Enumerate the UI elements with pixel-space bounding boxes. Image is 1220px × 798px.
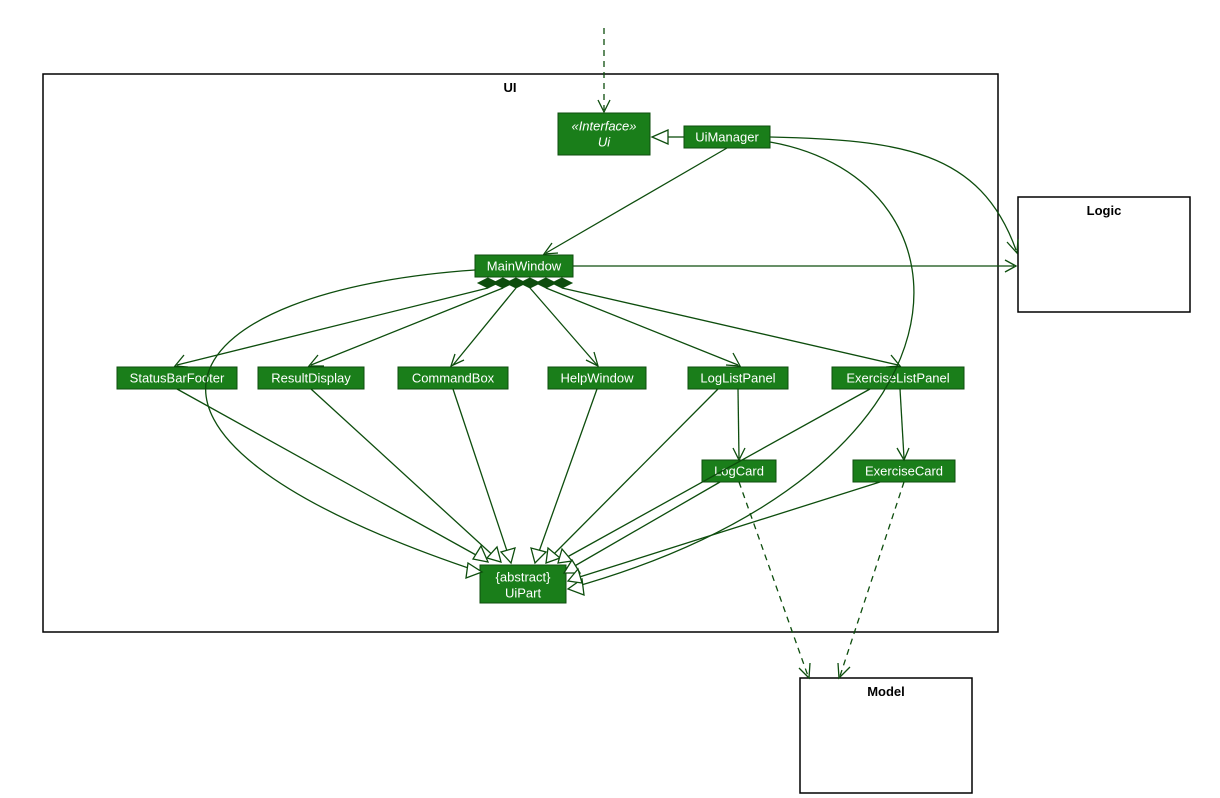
- edge-commandbox-to-uipart: [453, 389, 510, 560]
- edge-mainwindow-to-statusbarfooter: [177, 288, 488, 365]
- class-ui-interface: «Interface» Ui: [558, 113, 650, 155]
- edge-statusbarfooter-to-uipart: [177, 389, 485, 560]
- edge-resultdisplay-to-uipart: [311, 389, 498, 560]
- edge-exercisecard-to-uipart: [570, 482, 880, 580]
- class-exercise-list-panel: ExerciseListPanel: [832, 367, 964, 389]
- class-ui-part: {abstract} UiPart: [480, 565, 566, 603]
- edge-mainwindow-to-helpwindow: [530, 288, 597, 365]
- class-exercise-card: ExerciseCard: [853, 460, 955, 482]
- edge-loglistpanel-to-uipart: [548, 389, 718, 560]
- svg-text:Ui: Ui: [598, 134, 611, 149]
- svg-text:ResultDisplay: ResultDisplay: [271, 370, 351, 385]
- svg-text:UiPart: UiPart: [505, 585, 542, 600]
- edge-loglistpanel-to-logcard: [738, 389, 739, 458]
- svg-text:LogListPanel: LogListPanel: [700, 370, 775, 385]
- class-log-card: LogCard: [702, 460, 776, 482]
- class-command-box: CommandBox: [398, 367, 508, 389]
- edge-mainwindow-to-resultdisplay: [311, 288, 503, 365]
- svg-text:ExerciseListPanel: ExerciseListPanel: [846, 370, 949, 385]
- edge-uimanager-to-logic: [770, 137, 1016, 250]
- package-ui-label: UI: [504, 80, 517, 95]
- svg-text:MainWindow: MainWindow: [487, 258, 562, 273]
- edge-mainwindow-to-exerciselistpanel: [562, 288, 898, 365]
- edge-logcard-to-uipart: [566, 482, 720, 571]
- class-ui-manager: UiManager: [684, 126, 770, 148]
- svg-text:HelpWindow: HelpWindow: [561, 370, 635, 385]
- svg-text:ExerciseCard: ExerciseCard: [865, 463, 943, 478]
- edge-exerciselistpanel-to-exercisecard: [900, 389, 904, 458]
- edge-exerciselistpanel-to-uipart: [560, 389, 870, 561]
- package-ui: [43, 74, 998, 632]
- uml-diagram: UI Logic Model «Interface» Ui UiManager …: [0, 0, 1220, 798]
- class-result-display: ResultDisplay: [258, 367, 364, 389]
- svg-text:«Interface»: «Interface»: [571, 118, 636, 133]
- edge-logcard-to-model: [739, 482, 808, 676]
- svg-text:{abstract}: {abstract}: [496, 569, 552, 584]
- edge-helpwindow-to-uipart: [536, 389, 597, 560]
- edge-exercisecard-to-model: [840, 482, 904, 676]
- edge-mainwindow-to-uipart: [206, 270, 480, 572]
- class-main-window: MainWindow: [475, 255, 573, 277]
- class-log-list-panel: LogListPanel: [688, 367, 788, 389]
- package-model-label: Model: [867, 684, 905, 699]
- svg-text:StatusBarFooter: StatusBarFooter: [130, 370, 225, 385]
- svg-text:UiManager: UiManager: [695, 129, 759, 144]
- package-logic-label: Logic: [1087, 203, 1122, 218]
- diamond-exerciselistpanel: [552, 278, 572, 288]
- edge-uimanager-to-mainwindow: [546, 148, 727, 253]
- class-help-window: HelpWindow: [548, 367, 646, 389]
- svg-text:CommandBox: CommandBox: [412, 370, 495, 385]
- edge-mainwindow-to-commandbox: [453, 288, 516, 365]
- edge-mainwindow-to-loglistpanel: [546, 288, 738, 365]
- class-status-bar-footer: StatusBarFooter: [117, 367, 237, 389]
